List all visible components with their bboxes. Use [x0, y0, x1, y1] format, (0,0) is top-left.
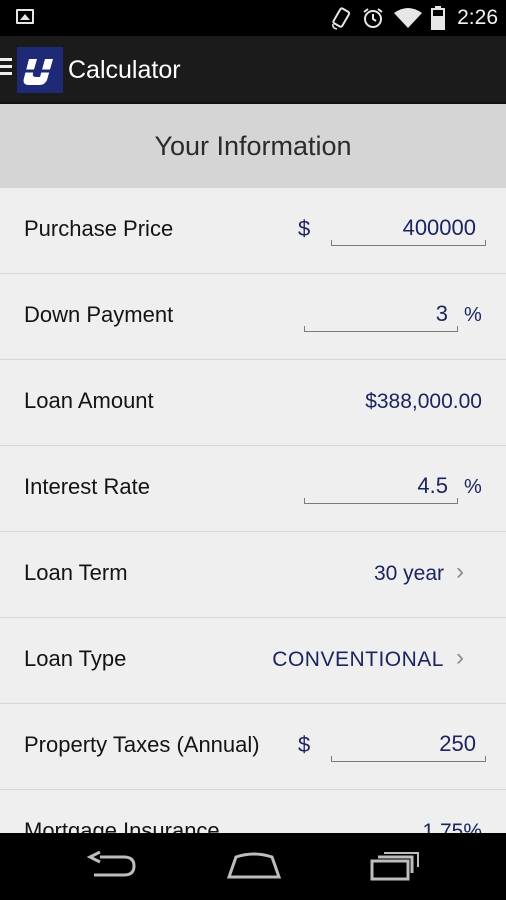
percent-symbol: % [464, 304, 482, 326]
purchase-price-input[interactable]: 400000 [331, 210, 486, 246]
loan-term-value[interactable]: 30 year [374, 562, 444, 586]
battery-icon [431, 6, 446, 30]
down-payment-input[interactable]: 3 [304, 296, 458, 332]
property-taxes-input[interactable]: 250 [331, 726, 486, 762]
hamburger-icon[interactable] [0, 58, 12, 76]
alarm-icon [363, 8, 383, 28]
percent-symbol: % [464, 476, 482, 498]
interest-rate-row: Interest Rate 4.5 % [0, 446, 506, 532]
interest-rate-label: Interest Rate [24, 474, 150, 499]
loan-term-label: Loan Term [24, 560, 128, 585]
loan-amount-value: $388,000.00 [365, 390, 482, 413]
back-icon[interactable] [86, 851, 138, 881]
loan-type-row[interactable]: Loan Type CONVENTIONAL › [0, 618, 506, 704]
action-bar: Calculator [0, 36, 506, 104]
recents-icon[interactable] [370, 851, 420, 881]
navigation-bar [0, 833, 506, 900]
currency-symbol: $ [298, 216, 311, 241]
chevron-right-icon: › [456, 644, 464, 671]
status-clock: 2:26 [457, 6, 498, 29]
loan-type-label: Loan Type [24, 646, 127, 671]
wifi-icon [394, 8, 423, 28]
loan-term-row[interactable]: Loan Term 30 year › [0, 532, 506, 618]
app-title: Calculator [68, 56, 181, 84]
property-taxes-row: Property Taxes (Annual) $ 250 [0, 704, 506, 790]
home-icon[interactable] [226, 851, 282, 881]
currency-symbol: $ [298, 732, 311, 757]
section-header: Your Information [0, 104, 506, 188]
mortgage-insurance-row: Mortgage Insurance 1.75% [0, 790, 506, 833]
form-rows: Purchase Price $ 400000 Down Payment 3 %… [0, 188, 506, 833]
image-notification-icon [16, 9, 34, 24]
down-payment-row: Down Payment 3 % [0, 274, 506, 360]
purchase-price-label: Purchase Price [24, 216, 174, 241]
mortgage-insurance-value: 1.75% [422, 820, 482, 833]
loan-amount-label: Loan Amount [24, 388, 154, 413]
loan-type-value[interactable]: CONVENTIONAL [272, 648, 444, 672]
chevron-right-icon: › [456, 558, 464, 585]
purchase-price-row: Purchase Price $ 400000 [0, 188, 506, 274]
section-title: Your Information [154, 130, 352, 161]
status-bar: 2:26 [0, 0, 506, 36]
mortgage-insurance-label: Mortgage Insurance [24, 818, 220, 833]
down-payment-label: Down Payment [24, 302, 174, 327]
property-taxes-label: Property Taxes (Annual) [24, 732, 260, 757]
app-logo[interactable] [17, 47, 63, 93]
status-icons: 2:26 [331, 0, 498, 36]
rotation-icon [332, 7, 351, 30]
interest-rate-input[interactable]: 4.5 [304, 468, 458, 504]
loan-amount-row: Loan Amount $388,000.00 [0, 360, 506, 446]
